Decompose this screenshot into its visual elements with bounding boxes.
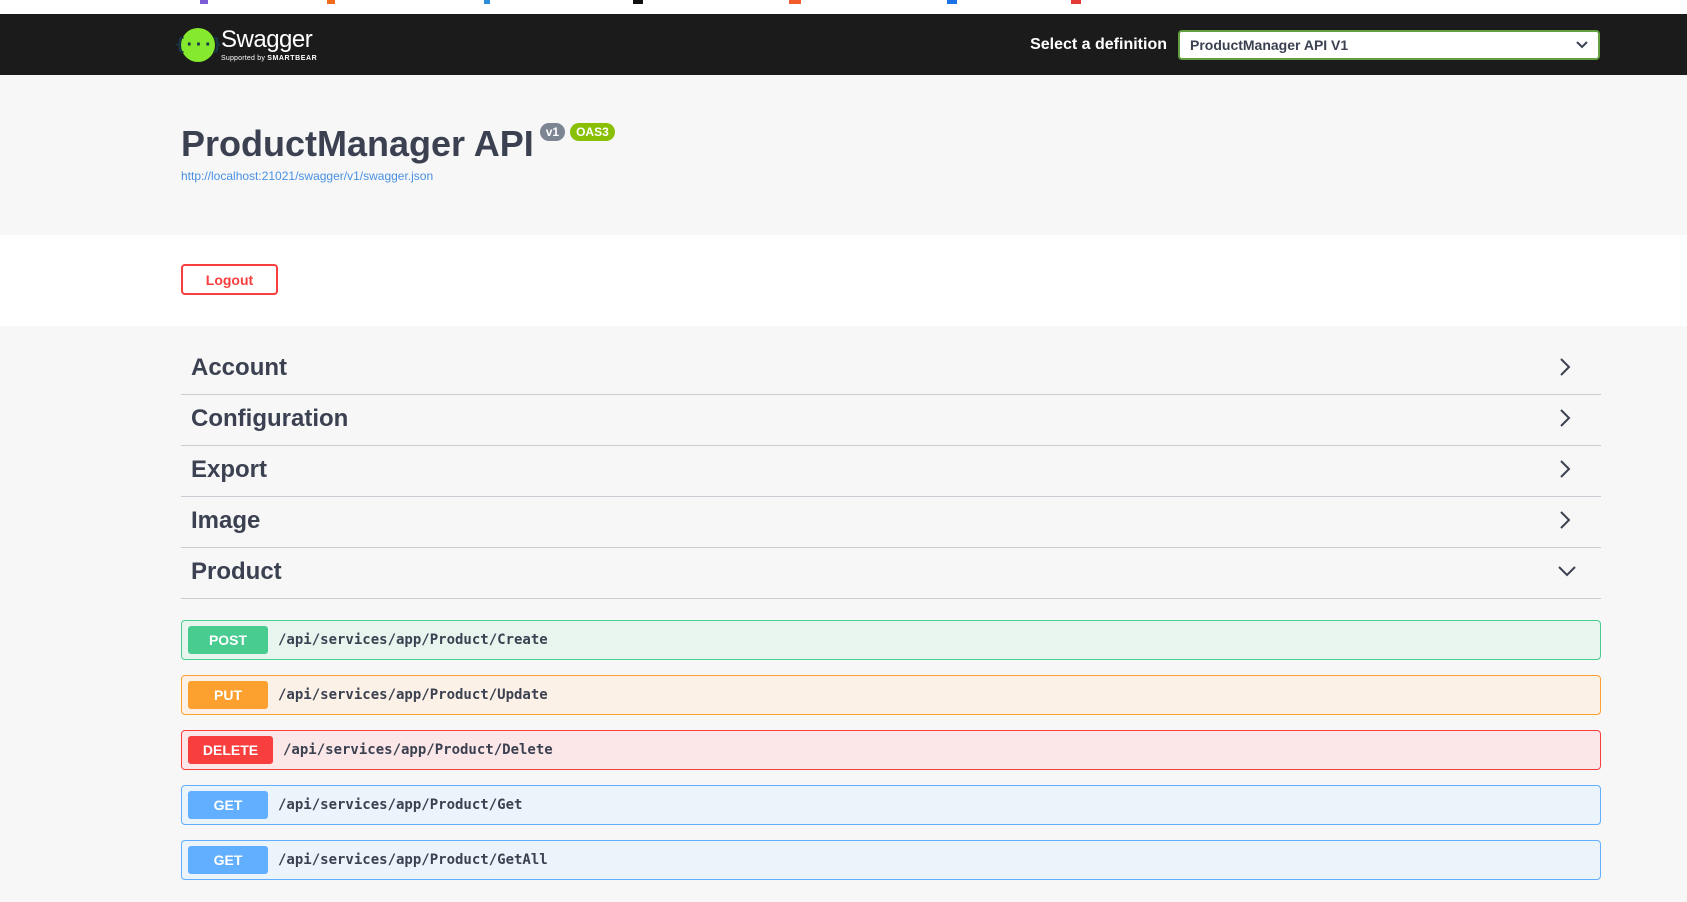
operation-path: /api/services/app/Product/Create (278, 632, 548, 648)
definition-label: Select a definition (1030, 36, 1167, 53)
definition-selector: Select a definition ProductManager API V… (1030, 30, 1600, 60)
definition-select[interactable]: ProductManager API V1 (1178, 30, 1600, 60)
bookmark-icon (947, 0, 957, 4)
logo-sub-prefix: Supported by (221, 55, 266, 62)
method-badge: GET (188, 791, 268, 819)
logo-sub-brand: SMARTBEAR (267, 55, 318, 62)
chevron-right-icon (1560, 409, 1571, 427)
oas-badge: OAS3 (570, 123, 615, 141)
operation-path: /api/services/app/Product/Update (278, 687, 548, 703)
chevron-right-icon (1560, 460, 1571, 478)
browser-bookmarks-strip (0, 0, 1687, 14)
method-badge: GET (188, 846, 268, 874)
chevron-down-icon (1558, 566, 1576, 577)
method-badge: DELETE (188, 736, 273, 764)
tag-name: Account (191, 354, 287, 381)
tag-configuration[interactable]: Configuration (181, 392, 1601, 446)
method-badge: POST (188, 626, 268, 654)
swagger-logo-icon: {···} (175, 28, 222, 62)
operations-area: Account Configuration Export Image Produ… (0, 326, 1687, 902)
tag-product[interactable]: Product (181, 545, 1601, 599)
bookmark-icon (1071, 0, 1081, 4)
logo-word: Swagger (221, 26, 313, 53)
title-row: ProductManager API v1 OAS3 (181, 123, 615, 165)
operation-path: /api/services/app/Product/Delete (283, 742, 553, 758)
bookmark-icon (200, 0, 208, 4)
tag-name: Product (191, 558, 282, 585)
spec-url-link[interactable]: http://localhost:21021/swagger/v1/swagge… (181, 169, 433, 183)
tag-account[interactable]: Account (181, 341, 1601, 395)
logo-text: Swagger Supported by SMARTBEAR (221, 26, 317, 63)
logo-subtitle: Supported by SMARTBEAR (221, 55, 317, 62)
tag-name: Image (191, 507, 261, 534)
chevron-right-icon (1560, 358, 1571, 376)
method-badge: PUT (188, 681, 268, 709)
bookmark-icon (633, 0, 643, 4)
definition-selected-value: ProductManager API V1 (1190, 37, 1349, 53)
page-title: ProductManager API (181, 123, 534, 164)
chevron-down-icon (1576, 41, 1588, 49)
tag-export[interactable]: Export (181, 443, 1601, 497)
swagger-logo[interactable]: {···} Swagger Supported by SMARTBEAR (175, 24, 317, 66)
chevron-right-icon (1560, 511, 1571, 529)
topbar: {···} Swagger Supported by SMARTBEAR Sel… (0, 14, 1687, 75)
tag-name: Configuration (191, 405, 349, 432)
operation-get[interactable]: GET /api/services/app/Product/Get (181, 785, 1601, 825)
version-badge: v1 (539, 123, 566, 141)
operation-delete[interactable]: DELETE /api/services/app/Product/Delete (181, 730, 1601, 770)
auth-section: Logout (0, 235, 1687, 327)
bookmark-icon (789, 0, 801, 4)
operation-path: /api/services/app/Product/Get (278, 797, 523, 813)
logout-button[interactable]: Logout (181, 264, 278, 295)
operation-put-update[interactable]: PUT /api/services/app/Product/Update (181, 675, 1601, 715)
api-info: ProductManager API v1 OAS3 http://localh… (0, 75, 1687, 235)
operation-get-all[interactable]: GET /api/services/app/Product/GetAll (181, 840, 1601, 880)
bookmark-icon (484, 0, 490, 4)
operation-post-create[interactable]: POST /api/services/app/Product/Create (181, 620, 1601, 660)
tag-name: Export (191, 456, 268, 483)
operation-path: /api/services/app/Product/GetAll (278, 852, 548, 868)
bookmark-icon (327, 0, 335, 4)
tag-image[interactable]: Image (181, 494, 1601, 548)
